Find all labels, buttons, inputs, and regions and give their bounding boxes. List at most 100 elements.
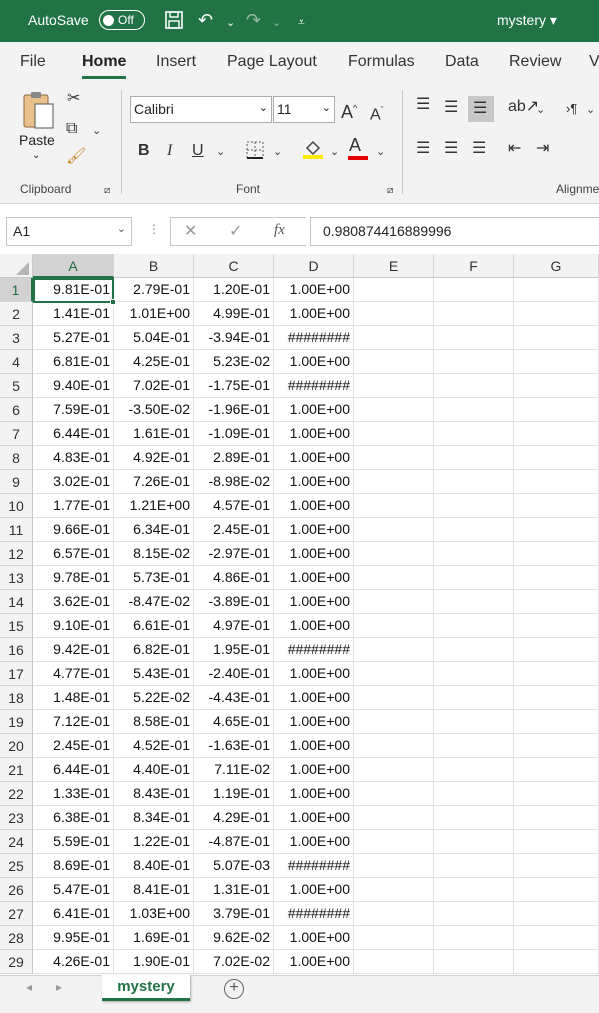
- cell-c20[interactable]: -1.63E-01: [194, 734, 274, 758]
- cell-b8[interactable]: 4.92E-01: [114, 446, 194, 470]
- cell-d22[interactable]: 1.00E+00: [274, 782, 354, 806]
- cell-c18[interactable]: -4.43E-01: [194, 686, 274, 710]
- cell-e11[interactable]: [354, 518, 434, 542]
- cell-c21[interactable]: 7.11E-02: [194, 758, 274, 782]
- select-all-corner[interactable]: [0, 254, 33, 278]
- column-header-d[interactable]: D: [274, 254, 354, 278]
- cell-e3[interactable]: [354, 326, 434, 350]
- cell-g14[interactable]: [514, 590, 599, 614]
- cell-a29[interactable]: 4.26E-01: [33, 950, 114, 974]
- cell-d27[interactable]: ########: [274, 902, 354, 926]
- cell-e12[interactable]: [354, 542, 434, 566]
- insert-function-icon[interactable]: fx: [274, 222, 285, 239]
- row-header[interactable]: 12: [0, 542, 33, 566]
- row-header[interactable]: 7: [0, 422, 33, 446]
- borders-icon[interactable]: [245, 140, 265, 165]
- cell-b19[interactable]: 8.58E-01: [114, 710, 194, 734]
- cell-f24[interactable]: [434, 830, 514, 854]
- row-header[interactable]: 19: [0, 710, 33, 734]
- cell-f15[interactable]: [434, 614, 514, 638]
- cell-d11[interactable]: 1.00E+00: [274, 518, 354, 542]
- tab-insert[interactable]: Insert: [156, 53, 196, 71]
- row-header[interactable]: 10: [0, 494, 33, 518]
- cell-e1[interactable]: [354, 278, 434, 302]
- cell-c17[interactable]: -2.40E-01: [194, 662, 274, 686]
- cell-f1[interactable]: [434, 278, 514, 302]
- cell-f21[interactable]: [434, 758, 514, 782]
- cell-b10[interactable]: 1.21E+00: [114, 494, 194, 518]
- cell-f12[interactable]: [434, 542, 514, 566]
- cell-b4[interactable]: 4.25E-01: [114, 350, 194, 374]
- cell-b12[interactable]: 8.15E-02: [114, 542, 194, 566]
- cell-e14[interactable]: [354, 590, 434, 614]
- add-sheet-icon[interactable]: +: [224, 979, 244, 999]
- row-header[interactable]: 26: [0, 878, 33, 902]
- cell-d19[interactable]: 1.00E+00: [274, 710, 354, 734]
- cell-c2[interactable]: 4.99E-01: [194, 302, 274, 326]
- cell-e16[interactable]: [354, 638, 434, 662]
- text-direction-dropdown-icon[interactable]: ⌄: [586, 101, 595, 119]
- cell-b3[interactable]: 5.04E-01: [114, 326, 194, 350]
- cell-c5[interactable]: -1.75E-01: [194, 374, 274, 398]
- cell-g15[interactable]: [514, 614, 599, 638]
- save-icon[interactable]: [164, 10, 184, 34]
- row-header[interactable]: 24: [0, 830, 33, 854]
- cell-a10[interactable]: 1.77E-01: [33, 494, 114, 518]
- row-header[interactable]: 8: [0, 446, 33, 470]
- cell-f4[interactable]: [434, 350, 514, 374]
- cancel-icon[interactable]: ✕: [184, 221, 197, 241]
- row-header[interactable]: 14: [0, 590, 33, 614]
- cell-c8[interactable]: 2.89E-01: [194, 446, 274, 470]
- orientation-icon[interactable]: ab↗: [508, 98, 539, 116]
- cell-a25[interactable]: 8.69E-01: [33, 854, 114, 878]
- cell-e26[interactable]: [354, 878, 434, 902]
- cell-e17[interactable]: [354, 662, 434, 686]
- cell-f22[interactable]: [434, 782, 514, 806]
- cell-e29[interactable]: [354, 950, 434, 974]
- cell-f13[interactable]: [434, 566, 514, 590]
- cell-b16[interactable]: 6.82E-01: [114, 638, 194, 662]
- cell-g24[interactable]: [514, 830, 599, 854]
- autosave-toggle[interactable]: Off: [99, 10, 145, 30]
- cell-a17[interactable]: 4.77E-01: [33, 662, 114, 686]
- borders-dropdown-icon[interactable]: ⌄: [273, 143, 282, 161]
- cell-c1[interactable]: 1.20E-01: [194, 278, 274, 302]
- cell-a2[interactable]: 1.41E-01: [33, 302, 114, 326]
- cell-e13[interactable]: [354, 566, 434, 590]
- cell-d5[interactable]: ########: [274, 374, 354, 398]
- decrease-indent-icon[interactable]: ⇤: [508, 140, 521, 158]
- cell-g13[interactable]: [514, 566, 599, 590]
- row-header[interactable]: 23: [0, 806, 33, 830]
- cell-b25[interactable]: 8.40E-01: [114, 854, 194, 878]
- cell-a22[interactable]: 1.33E-01: [33, 782, 114, 806]
- cell-a26[interactable]: 5.47E-01: [33, 878, 114, 902]
- row-header[interactable]: 3: [0, 326, 33, 350]
- name-box[interactable]: A1 ⌄: [6, 217, 132, 246]
- cell-f16[interactable]: [434, 638, 514, 662]
- cell-a12[interactable]: 6.57E-01: [33, 542, 114, 566]
- file-name[interactable]: mystery ▾: [497, 12, 557, 29]
- cell-c3[interactable]: -3.94E-01: [194, 326, 274, 350]
- cell-g25[interactable]: [514, 854, 599, 878]
- cell-b11[interactable]: 6.34E-01: [114, 518, 194, 542]
- tab-page-layout[interactable]: Page Layout: [227, 53, 317, 71]
- scroll-left-icon[interactable]: ◂: [26, 980, 32, 994]
- row-header[interactable]: 22: [0, 782, 33, 806]
- tab-home[interactable]: Home: [82, 53, 127, 79]
- cell-e22[interactable]: [354, 782, 434, 806]
- cell-c10[interactable]: 4.57E-01: [194, 494, 274, 518]
- cell-b7[interactable]: 1.61E-01: [114, 422, 194, 446]
- cell-e21[interactable]: [354, 758, 434, 782]
- cell-c26[interactable]: 1.31E-01: [194, 878, 274, 902]
- cell-g29[interactable]: [514, 950, 599, 974]
- worksheet-grid[interactable]: A B C D E F G 1 9.81E-01 2.79E-01 1.20E-01 1.00E+00…: [0, 254, 599, 975]
- format-painter-icon[interactable]: 🖌: [66, 148, 86, 166]
- cell-b18[interactable]: 5.22E-02: [114, 686, 194, 710]
- cell-d7[interactable]: 1.00E+00: [274, 422, 354, 446]
- cell-e23[interactable]: [354, 806, 434, 830]
- cell-b6[interactable]: -3.50E-02: [114, 398, 194, 422]
- cell-d21[interactable]: 1.00E+00: [274, 758, 354, 782]
- cell-e5[interactable]: [354, 374, 434, 398]
- cell-d23[interactable]: 1.00E+00: [274, 806, 354, 830]
- cell-g5[interactable]: [514, 374, 599, 398]
